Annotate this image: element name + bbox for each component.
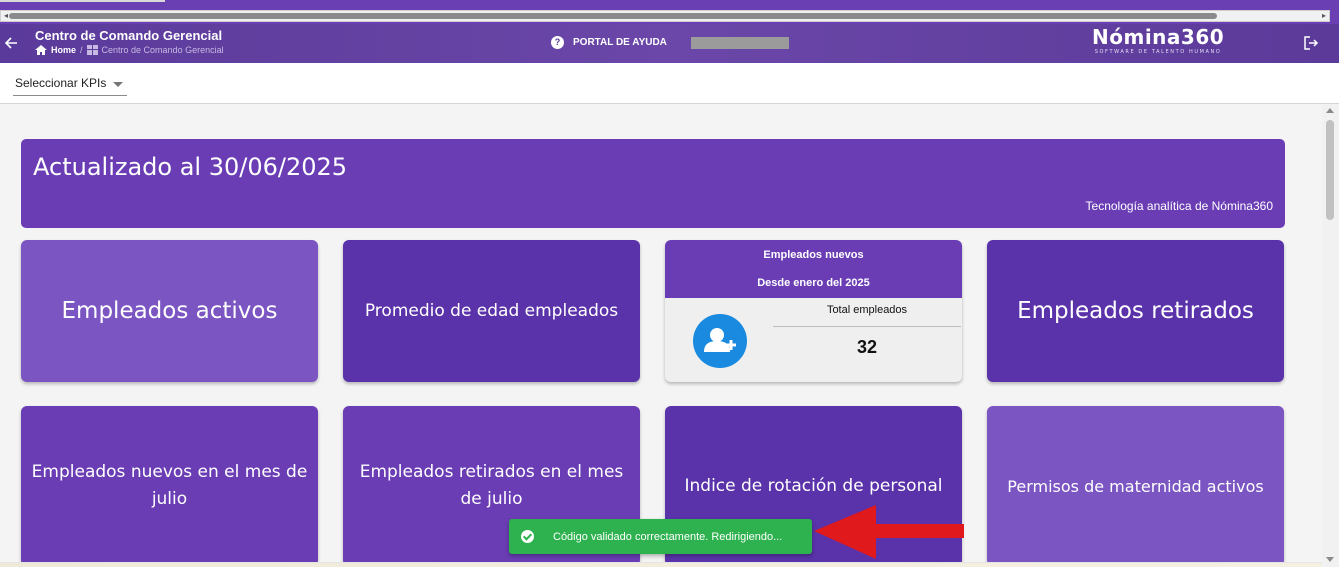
breadcrumb-separator: / bbox=[80, 45, 83, 55]
kpi-select-label: Seleccionar KPIs bbox=[15, 76, 107, 90]
card-empleados-retirados[interactable]: Empleados retirados bbox=[987, 240, 1284, 382]
home-icon[interactable] bbox=[35, 45, 47, 55]
scroll-up-icon[interactable] bbox=[1326, 108, 1334, 113]
card-empleados-nuevos[interactable]: Empleados nuevos Desde enero del 2025 To… bbox=[665, 240, 962, 382]
card-label: Empleados retirados en el mes de julio bbox=[359, 462, 624, 509]
card-label: Empleados activos bbox=[61, 298, 278, 324]
scroll-right-icon[interactable]: ▸ bbox=[1319, 11, 1329, 21]
vertical-scrollbar[interactable] bbox=[1322, 104, 1339, 567]
page-title: Centro de Comando Gerencial bbox=[35, 28, 223, 43]
brand-tagline: SOFTWARE DE TALENTO HUMANO bbox=[1094, 49, 1222, 55]
tab-edge bbox=[0, 0, 165, 2]
kpi-select-dropdown[interactable]: Seleccionar KPIs bbox=[13, 71, 127, 96]
breadcrumb: Home / Centro de Comando Gerencial bbox=[35, 45, 224, 55]
card-label: Empleados retirados bbox=[1017, 298, 1254, 324]
total-employees-label: Total empleados bbox=[826, 304, 908, 316]
card-label: Permisos de maternidad activos bbox=[1007, 476, 1264, 496]
card-nuevos-mes[interactable]: Empleados nuevos en el mes de julio bbox=[21, 406, 318, 566]
app-header: Centro de Comando Gerencial Home / Centr… bbox=[0, 24, 1339, 63]
horizontal-scrollbar[interactable]: ◂ ▸ bbox=[0, 10, 1330, 22]
divider bbox=[773, 326, 961, 327]
card-new-subtitle: Desde enero del 2025 bbox=[757, 277, 870, 289]
update-banner: Actualizado al 30/06/2025 Tecnología ana… bbox=[21, 139, 1285, 228]
logout-icon[interactable] bbox=[1303, 35, 1319, 51]
brand-name: Nómina360 bbox=[1092, 25, 1225, 49]
card-label: Promedio de edad empleados bbox=[364, 301, 619, 321]
brand-logo: Nómina360 SOFTWARE DE TALENTO HUMANO bbox=[1092, 25, 1224, 56]
help-portal-label: PORTAL DE AYUDA bbox=[573, 37, 667, 48]
breadcrumb-current: Centro de Comando Gerencial bbox=[101, 45, 224, 55]
horizontal-scroll-thumb[interactable] bbox=[9, 13, 1217, 19]
banner-title: Actualizado al 30/06/2025 bbox=[33, 153, 348, 181]
bottom-strip bbox=[0, 562, 1322, 567]
card-permisos-maternidad[interactable]: Permisos de maternidad activos bbox=[987, 406, 1284, 566]
vertical-scroll-thumb[interactable] bbox=[1326, 120, 1334, 220]
help-icon: ? bbox=[551, 36, 564, 49]
card-label: Empleados nuevos en el mes de julio bbox=[31, 462, 308, 509]
redacted-user-info bbox=[691, 37, 789, 49]
banner-subtitle: Tecnología analítica de Nómina360 bbox=[1085, 199, 1273, 213]
help-portal-link[interactable]: ? PORTAL DE AYUDA bbox=[551, 36, 667, 49]
check-circle-icon bbox=[521, 530, 534, 543]
breadcrumb-home[interactable]: Home bbox=[51, 45, 76, 55]
annotation-arrow-icon bbox=[814, 505, 964, 559]
window-top-strip: ◂ ▸ bbox=[0, 0, 1339, 24]
dashboard-icon bbox=[86, 45, 98, 55]
kpi-toolbar: Seleccionar KPIs bbox=[0, 63, 1339, 104]
toast-message: Código validado correctamente. Redirigie… bbox=[553, 530, 783, 543]
total-employees-value: 32 bbox=[856, 337, 878, 357]
success-toast[interactable]: Código validado correctamente. Redirigie… bbox=[509, 519, 812, 554]
card-empleados-activos[interactable]: Empleados activos bbox=[21, 240, 318, 382]
card-label: Indice de rotación de personal bbox=[684, 476, 943, 496]
add-user-icon bbox=[693, 314, 747, 368]
back-arrow-icon[interactable] bbox=[4, 33, 20, 53]
card-new-header: Empleados nuevos Desde enero del 2025 bbox=[665, 240, 962, 298]
card-promedio-edad[interactable]: Promedio de edad empleados bbox=[343, 240, 640, 382]
scroll-down-icon[interactable] bbox=[1326, 557, 1334, 562]
card-new-title: Empleados nuevos bbox=[763, 249, 864, 261]
chevron-down-icon bbox=[113, 82, 123, 87]
